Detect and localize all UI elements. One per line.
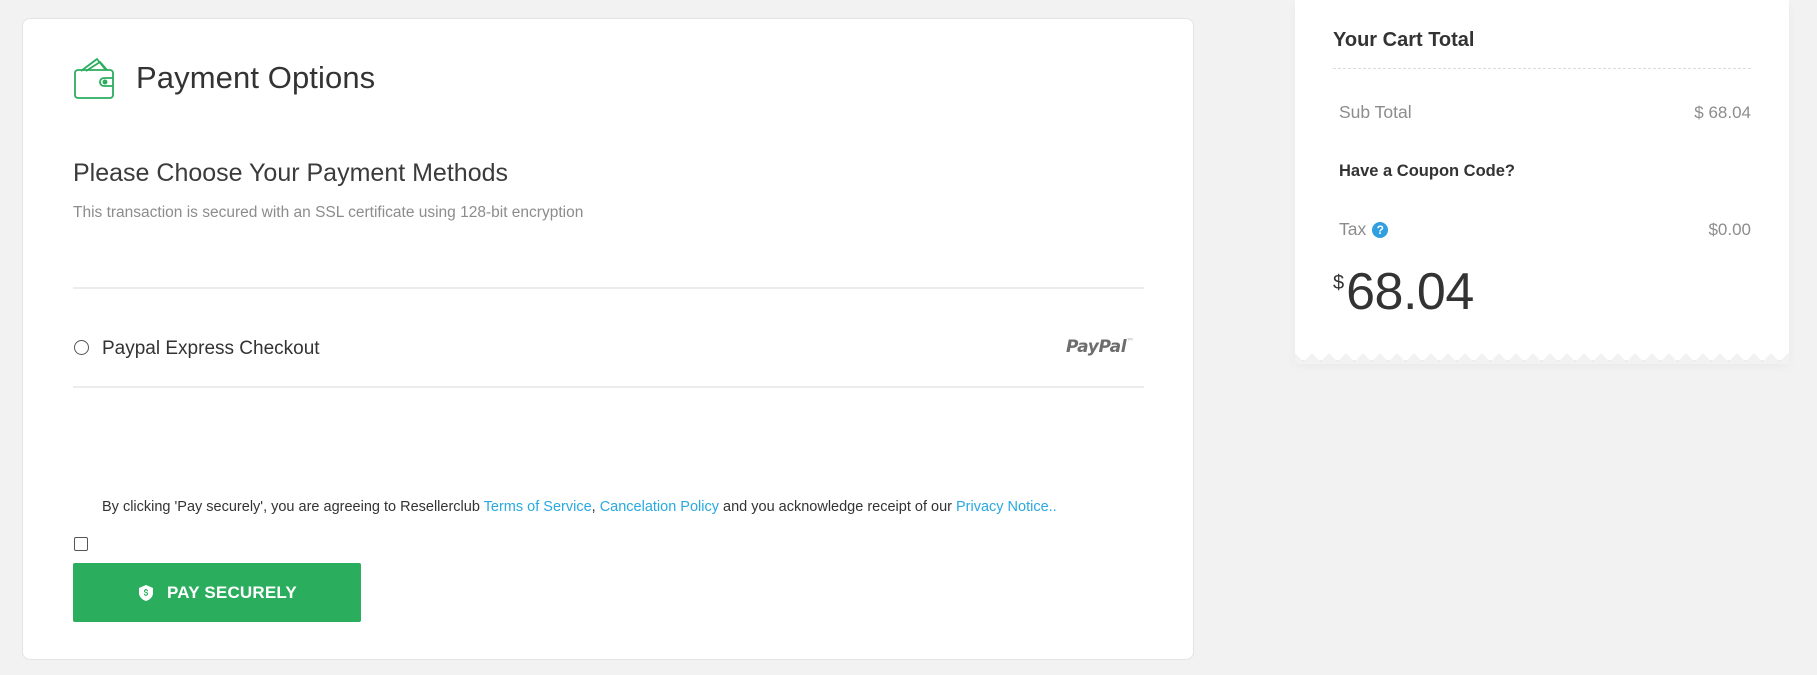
payment-header: Payment Options: [73, 55, 375, 101]
pay-securely-button[interactable]: PAY SECURELY: [73, 563, 361, 622]
agreement-text: By clicking 'Pay securely', you are agre…: [102, 499, 1057, 515]
total-amount: 68.04: [1346, 263, 1474, 321]
divider: [73, 386, 1144, 388]
ssl-note: This transaction is secured with an SSL …: [73, 204, 584, 221]
divider: [73, 287, 1144, 289]
payment-option-paypal[interactable]: Paypal Express Checkout PayPal™: [73, 329, 1144, 369]
cart-divider: [1333, 68, 1751, 69]
paypal-radio[interactable]: [74, 339, 89, 355]
paypal-option-label: Paypal Express Checkout: [102, 338, 320, 359]
tax-label: Tax: [1339, 219, 1367, 239]
cancelation-policy-link[interactable]: Cancelation Policy: [600, 499, 719, 515]
tax-label-group: Tax ?: [1339, 219, 1389, 240]
payment-options-panel: Payment Options Please Choose Your Payme…: [22, 18, 1194, 660]
help-icon[interactable]: ?: [1372, 221, 1389, 238]
cart-title: Your Cart Total: [1333, 29, 1475, 51]
cart-total: $ 68.04: [1333, 262, 1474, 322]
subtotal-row: Sub Total $ 68.04: [1339, 102, 1751, 123]
coupon-code-link[interactable]: Have a Coupon Code?: [1339, 162, 1515, 181]
tax-row: Tax ? $0.00: [1339, 219, 1751, 240]
cart-summary: Your Cart Total Sub Total $ 68.04 Have a…: [1295, 0, 1789, 364]
subtotal-label: Sub Total: [1339, 102, 1412, 122]
terms-of-service-link[interactable]: Terms of Service: [484, 499, 592, 515]
payment-methods-heading: Please Choose Your Payment Methods: [73, 159, 508, 187]
page-title: Payment Options: [136, 60, 376, 95]
subtotal-value: $ 68.04: [1694, 102, 1751, 122]
receipt-edge: [1295, 353, 1789, 364]
paypal-logo: PayPal™: [1066, 337, 1134, 357]
total-currency: $: [1333, 272, 1345, 294]
agree-checkbox[interactable]: [74, 537, 88, 551]
privacy-notice-link[interactable]: Privacy Notice..: [956, 499, 1057, 515]
pay-button-label: PAY SECURELY: [167, 582, 297, 602]
shield-icon: [139, 584, 154, 601]
tax-value: $0.00: [1708, 219, 1751, 239]
wallet-icon: [74, 58, 114, 99]
